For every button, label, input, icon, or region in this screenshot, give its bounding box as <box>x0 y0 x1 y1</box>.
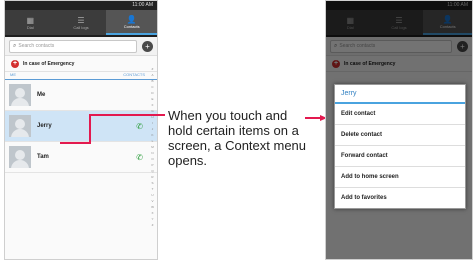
tab-dial[interactable]: ▦Dial <box>5 10 56 35</box>
context-menu: Jerry Edit contact Delete contact Forwar… <box>334 84 466 209</box>
contacts-icon: 👤 <box>126 14 137 24</box>
menu-item-forward-contact[interactable]: Forward contact <box>335 146 465 167</box>
alphabet-index[interactable]: # A B C D E F G H I J K L M N O P Q R S T U V W X Y Z <box>150 66 155 228</box>
callout-leader-top <box>89 114 165 116</box>
contact-name: Tam <box>37 154 49 160</box>
status-bar: 11:00 AM <box>5 1 157 10</box>
menu-item-add-to-favorites[interactable]: Add to favorites <box>335 188 465 208</box>
dialpad-icon: ▦ <box>26 15 35 25</box>
alphabet-letter[interactable]: Z <box>150 222 155 228</box>
section-me: ME <box>10 72 16 77</box>
call-log-icon: ☰ <box>77 15 85 25</box>
phone-icon[interactable]: ✆ <box>136 153 143 162</box>
context-menu-title: Jerry <box>335 85 465 104</box>
tab-label: Call logs <box>73 24 89 30</box>
ice-label: In case of Emergency <box>23 60 75 67</box>
callout-text: When you touch and hold certain items on… <box>168 108 307 168</box>
search-placeholder: Search contacts <box>18 43 55 49</box>
tab-bar: ▦Dial ☰Call logs 👤Contacts <box>5 10 157 37</box>
callout-leader-horizontal <box>60 142 90 144</box>
search-row: ⌕Search contacts + <box>5 37 157 56</box>
avatar <box>9 146 31 168</box>
contact-row-tam[interactable]: Tam ✆ <box>5 142 157 173</box>
section-header: ME CONTACTS <box>5 72 157 80</box>
search-input[interactable]: ⌕Search contacts <box>9 39 137 53</box>
contact-row-me[interactable]: Me <box>5 80 157 111</box>
tab-label: Dial <box>26 24 34 30</box>
add-contact-button[interactable]: + <box>142 40 153 52</box>
tab-label: Contacts <box>123 23 140 29</box>
menu-item-edit-contact[interactable]: Edit contact <box>335 104 465 125</box>
status-time: 11:00 AM <box>132 2 153 8</box>
search-icon: ⌕ <box>13 42 17 49</box>
phone-screen-right: 11:00 AM ▦Dial ☰Call logs 👤Contacts ⌕Sea… <box>325 0 473 260</box>
phone-screen-left: 11:00 AM ▦ Dial ☰ Call logs 👤 Contacts ⌕ Sea… <box>4 0 158 260</box>
contact-name: Me <box>37 92 46 98</box>
tab-contacts[interactable]: 👤Contacts <box>106 10 157 35</box>
phone-icon[interactable]: ✆ <box>136 122 143 131</box>
menu-item-add-to-home-screen[interactable]: Add to home screen <box>335 167 465 188</box>
tab-call-logs[interactable]: ☰Call logs <box>56 10 107 35</box>
section-contacts: CONTACTS <box>123 72 145 77</box>
emergency-plus-icon: + <box>11 59 19 68</box>
ice-row[interactable]: + In case of Emergency <box>5 56 157 72</box>
avatar <box>9 115 31 137</box>
callout-leader-vertical <box>89 114 91 144</box>
contact-name: Jerry <box>37 123 52 129</box>
arrow-icon <box>305 115 327 121</box>
menu-item-delete-contact[interactable]: Delete contact <box>335 125 465 146</box>
avatar <box>9 84 31 106</box>
